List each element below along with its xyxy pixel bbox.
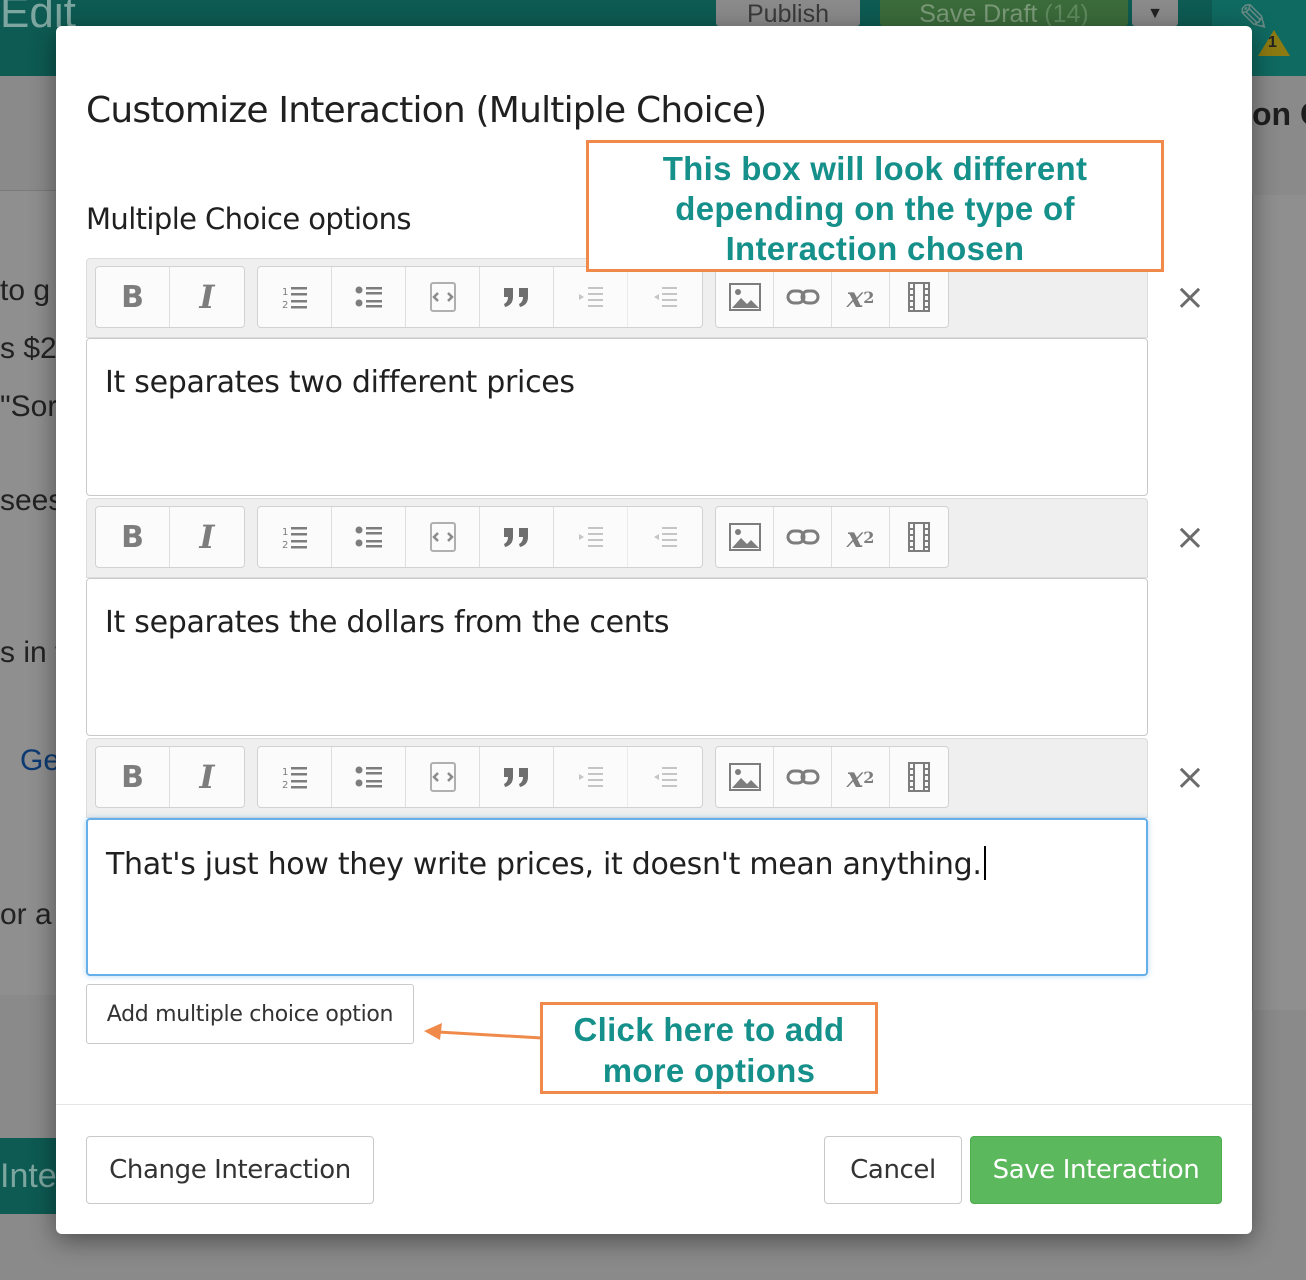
cancel-button[interactable]: Cancel (824, 1136, 962, 1204)
remove-option-icon[interactable]: × (1168, 756, 1212, 800)
background-save-draft-count: (14) (1044, 0, 1089, 26)
italic-icon[interactable]: I (170, 267, 244, 327)
background-warning-count: 1 (1268, 34, 1277, 51)
svg-text:1: 1 (282, 287, 288, 298)
superscript-icon[interactable]: x2 (832, 267, 890, 327)
numbered-list-icon[interactable]: 12 (258, 747, 332, 807)
option-text-input-focused[interactable]: That's just how they write prices, it do… (86, 818, 1148, 976)
toolbar-group-format: B I (95, 746, 245, 808)
blockquote-icon[interactable] (480, 747, 554, 807)
toolbar-group-media: x2 (715, 506, 949, 568)
svg-text:1: 1 (282, 527, 288, 538)
bold-icon[interactable]: B (96, 267, 170, 327)
numbered-list-icon[interactable]: 12 (258, 507, 332, 567)
toolbar-group-media: x2 (715, 746, 949, 808)
toolbar-group-blocks: 12 (257, 266, 703, 328)
toolbar-group-format: B I (95, 506, 245, 568)
toolbar-group-media: x2 (715, 266, 949, 328)
background-interaction-button: Inte (0, 1138, 56, 1214)
toolbar-group-blocks: 12 (257, 746, 703, 808)
svg-text:2: 2 (282, 780, 288, 790)
blockquote-icon[interactable] (480, 267, 554, 327)
change-interaction-button[interactable]: Change Interaction (86, 1136, 374, 1204)
annotation-arrow-icon (424, 1023, 543, 1040)
remove-option-icon[interactable]: × (1168, 516, 1212, 560)
background-text-fragment: to g (0, 274, 51, 307)
annotation-callout-box-type: This box will look different depending o… (586, 140, 1164, 272)
save-interaction-button[interactable]: Save Interaction (970, 1136, 1222, 1204)
image-icon[interactable] (716, 267, 774, 327)
background-text-fragment: sees (0, 484, 56, 517)
blockquote-icon[interactable] (480, 507, 554, 567)
outdent-icon[interactable] (628, 507, 702, 567)
background-text-fragment: s $2 (0, 332, 56, 365)
image-icon[interactable] (716, 747, 774, 807)
modal-title: Customize Interaction (Multiple Choice) (86, 90, 767, 131)
image-icon[interactable] (716, 507, 774, 567)
background-save-dropdown-icon: ▼ (1132, 0, 1178, 26)
superscript-icon[interactable]: x2 (832, 507, 890, 567)
background-left-panel (0, 190, 56, 995)
remove-option-icon[interactable]: × (1168, 276, 1212, 320)
toolbar-group-blocks: 12 (257, 506, 703, 568)
outdent-icon[interactable] (628, 747, 702, 807)
bullet-list-icon[interactable] (332, 267, 406, 327)
background-text-fragment: "Sor (0, 390, 56, 423)
bullet-list-icon[interactable] (332, 747, 406, 807)
outdent-icon[interactable] (628, 267, 702, 327)
background-text-fragment: s in t (0, 636, 56, 669)
link-icon[interactable] (774, 267, 832, 327)
numbered-list-icon[interactable]: 12 (258, 267, 332, 327)
video-icon[interactable] (890, 267, 948, 327)
toolbar-group-format: B I (95, 266, 245, 328)
superscript-icon[interactable]: x2 (832, 747, 890, 807)
link-icon[interactable] (774, 747, 832, 807)
bullet-list-icon[interactable] (332, 507, 406, 567)
link-icon[interactable] (774, 507, 832, 567)
italic-icon[interactable]: I (170, 507, 244, 567)
footer-divider (56, 1104, 1252, 1105)
annotation-callout-add-options: Click here to add more options (540, 1002, 878, 1094)
background-right-panel (1252, 195, 1306, 1010)
indent-icon[interactable] (554, 747, 628, 807)
indent-icon[interactable] (554, 267, 628, 327)
bold-icon[interactable]: B (96, 507, 170, 567)
svg-text:1: 1 (282, 767, 288, 778)
code-block-icon[interactable] (406, 747, 480, 807)
video-icon[interactable] (890, 507, 948, 567)
text-caret (983, 846, 986, 880)
option-text-input[interactable]: It separates the dollars from the cents (86, 578, 1148, 736)
background-link-fragment: Ge (20, 744, 56, 777)
add-multiple-choice-option-button[interactable]: Add multiple choice option (86, 984, 414, 1044)
background-save-draft-label: Save Draft (919, 0, 1038, 26)
code-block-icon[interactable] (406, 507, 480, 567)
indent-icon[interactable] (554, 507, 628, 567)
editor-toolbar: B I 12 x2 (86, 738, 1148, 818)
bold-icon[interactable]: B (96, 747, 170, 807)
italic-icon[interactable]: I (170, 747, 244, 807)
editor-toolbar: B I 12 x2 (86, 498, 1148, 578)
background-text-fragment: or a (0, 898, 52, 931)
section-label: Multiple Choice options (86, 202, 411, 236)
video-icon[interactable] (890, 747, 948, 807)
background-right-heading: on Ov (1252, 96, 1306, 132)
svg-text:2: 2 (282, 540, 288, 550)
background-publish-button: Publish (716, 0, 860, 26)
svg-text:2: 2 (282, 300, 288, 310)
option-text: That's just how they write prices, it do… (106, 847, 982, 882)
background-save-draft-button: Save Draft (14) (880, 0, 1128, 26)
code-block-icon[interactable] (406, 267, 480, 327)
option-text-input[interactable]: It separates two different prices (86, 338, 1148, 496)
